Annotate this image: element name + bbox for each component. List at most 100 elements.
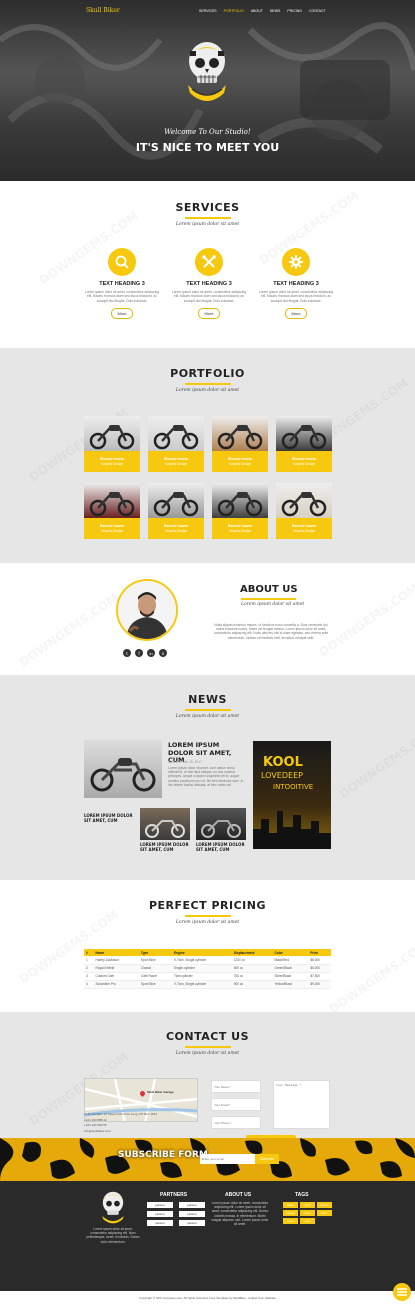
table-cell: Sport Bike — [140, 982, 156, 986]
tag-chip[interactable]: custom — [317, 1202, 332, 1208]
tag-chip[interactable]: racer — [300, 1210, 315, 1216]
portfolio-item[interactable]: Round Icons Graphic Design — [148, 416, 204, 472]
subscribe-title: SUBSCRIBE FORM — [118, 1150, 208, 1160]
contact-email[interactable]: info@skullbiker.com — [84, 1129, 111, 1133]
nav-item-contact[interactable]: CONTACT — [309, 9, 326, 13]
contact-title: CONTACT US — [165, 1030, 250, 1043]
contact-phone-2: +121 444 999 55 — [84, 1123, 107, 1127]
tag-chip[interactable]: bikes — [283, 1202, 298, 1208]
nav-item-pricing[interactable]: PRICING — [287, 9, 302, 13]
pricing-title-underline — [184, 915, 231, 917]
table-cell: $9,000 — [310, 982, 321, 986]
about-tagline: Lorem ipsum dolor sit amet — [241, 602, 305, 607]
footer-about-title: ABOUT US — [225, 1192, 252, 1198]
table-cell: V-Twin, Single-cylinder — [174, 982, 207, 986]
service-more-button[interactable]: More — [285, 307, 307, 319]
table-cell: 2 — [86, 966, 88, 970]
hero-section: Skull Biker SERVICES PORTFOLIO ABOUT NEW… — [0, 0, 415, 181]
poster-skyline — [253, 811, 331, 849]
service-more-button[interactable]: More — [198, 307, 220, 319]
phone-field[interactable] — [211, 1116, 261, 1129]
portfolio-item-title: Round Icons — [227, 456, 253, 461]
portfolio-item-title: Round Icons — [163, 523, 189, 528]
partner-logo[interactable]: partner — [147, 1202, 173, 1208]
news-poster[interactable]: KOOL LOVEDEEP INTOOITIVE — [253, 741, 331, 849]
motorcycle-image — [89, 492, 135, 517]
pricing-header-cell: Name — [95, 950, 105, 955]
partner-logo[interactable]: partner — [147, 1220, 173, 1226]
table-cell: 3 — [86, 974, 88, 978]
contact-phone-1: +121 333 888 12 — [84, 1118, 107, 1122]
portfolio-image — [148, 416, 204, 451]
service-text: Lorem ipsum dolor sit amet, consectetur … — [258, 290, 334, 303]
services-section: DOWNGEMS.COM DOWNGEMS.COM SERVICES Lorem… — [0, 181, 415, 348]
portfolio-image — [276, 416, 332, 451]
table-row: 2 Royal Enfield Classic Single-cylinder 500 … — [84, 964, 331, 972]
tag-chip[interactable]: biker — [317, 1210, 332, 1216]
portfolio-item-category: Graphic Design — [101, 529, 123, 533]
gear-icon — [289, 255, 303, 269]
portfolio-item-title: Round Icons — [99, 456, 125, 461]
twitter-icon[interactable]: t — [123, 649, 131, 657]
table-cell: 4 — [86, 982, 88, 986]
motorcycle-image — [153, 425, 199, 450]
skull-logo-icon — [188, 42, 226, 101]
skype-icon[interactable]: s — [159, 649, 167, 657]
portfolio-item[interactable]: Round Icons Graphic Design — [212, 416, 268, 472]
portfolio-item-category: Graphic Design — [293, 529, 315, 533]
portfolio-caption: Round Icons Graphic Design — [276, 451, 332, 472]
news-main-image[interactable] — [84, 740, 162, 798]
portfolio-item[interactable]: Round Icons Graphic Design — [84, 483, 140, 539]
services-title: SERVICES — [175, 201, 240, 214]
subscribe-button[interactable]: Subscribe — [255, 1154, 279, 1164]
table-cell: Custom Cafe — [95, 974, 115, 978]
nav-logo[interactable]: Skull Biker — [86, 7, 120, 14]
email-field[interactable] — [211, 1098, 261, 1111]
partner-logo[interactable]: partner — [179, 1202, 205, 1208]
news-small-image[interactable] — [196, 808, 246, 840]
footer-skull-logo-icon — [102, 1191, 124, 1224]
portfolio-item[interactable]: Round Icons Graphic Design — [148, 483, 204, 539]
facebook-icon[interactable]: f — [135, 649, 143, 657]
portfolio-grid: Round Icons Graphic Design Round Icons Grap… — [84, 416, 332, 539]
about-text: Nulla aliquet euismod mauris, ut faucibu… — [213, 623, 329, 640]
subscribe-email-input[interactable] — [200, 1154, 255, 1164]
service-item: TEXT HEADING 3 Lorem ipsum dolor sit ame… — [257, 248, 335, 319]
tag-chip[interactable]: skull — [300, 1202, 315, 1208]
table-row: 1 Harley-Davidson Sport Bike V-Twin, Single… — [84, 956, 331, 964]
linkedin-icon[interactable]: in — [147, 649, 155, 657]
tag-chip[interactable]: cafe — [300, 1218, 315, 1224]
nav-item-portfolio[interactable]: PORTFOLIO — [224, 9, 244, 13]
partner-logo[interactable]: partner — [179, 1211, 205, 1217]
news-small-item: LOREM IPSUM DOLOR SIT AMET, CUM — [140, 808, 190, 852]
news-small-image[interactable] — [140, 808, 190, 840]
partner-logo[interactable]: partner — [147, 1211, 173, 1217]
nav-item-news[interactable]: NEWS — [270, 9, 281, 13]
news-small-title[interactable]: LOREM IPSUM DOLOR SIT AMET, CUM — [140, 842, 190, 852]
pricing-tagline: Lorem ipsum dolor sit amet — [175, 920, 240, 925]
portfolio-item[interactable]: Round Icons Graphic Design — [84, 416, 140, 472]
partner-logo[interactable]: partner — [179, 1220, 205, 1226]
name-field[interactable] — [211, 1080, 261, 1093]
portfolio-item[interactable]: Round Icons Graphic Design — [212, 483, 268, 539]
message-field[interactable] — [273, 1080, 330, 1129]
tag-chip[interactable]: garage — [283, 1210, 298, 1216]
motorcycle-image — [281, 425, 327, 450]
nav-item-about[interactable]: ABOUT — [251, 9, 263, 13]
news-small-title[interactable]: LOREM IPSUM DOLOR SIT AMET, CUM — [196, 842, 246, 852]
service-more-button[interactable]: More — [111, 307, 133, 319]
portfolio-image — [276, 483, 332, 518]
services-title-underline — [184, 217, 231, 219]
pricing-header-cell: Engine — [174, 950, 185, 955]
services-tagline: Lorem ipsum dolor sit amet — [175, 222, 240, 227]
hero-title: IT'S NICE TO MEET YOU — [135, 141, 280, 154]
portfolio-item[interactable]: Round Icons Graphic Design — [276, 483, 332, 539]
service-heading: TEXT HEADING 3 — [186, 281, 232, 287]
nav-item-services[interactable]: SERVICES — [199, 9, 217, 13]
table-cell: 900 cc — [233, 982, 244, 986]
tag-chip[interactable]: motor — [283, 1218, 298, 1224]
news-side-title[interactable]: LOREM IPSUM DOLOR SIT AMET, CUM — [84, 813, 134, 823]
menu-fab-button[interactable] — [393, 1283, 411, 1301]
news-section: DOWNGEMS.COM NEWS Lorem ipsum dolor sit … — [0, 675, 415, 880]
portfolio-item[interactable]: Round Icons Graphic Design — [276, 416, 332, 472]
